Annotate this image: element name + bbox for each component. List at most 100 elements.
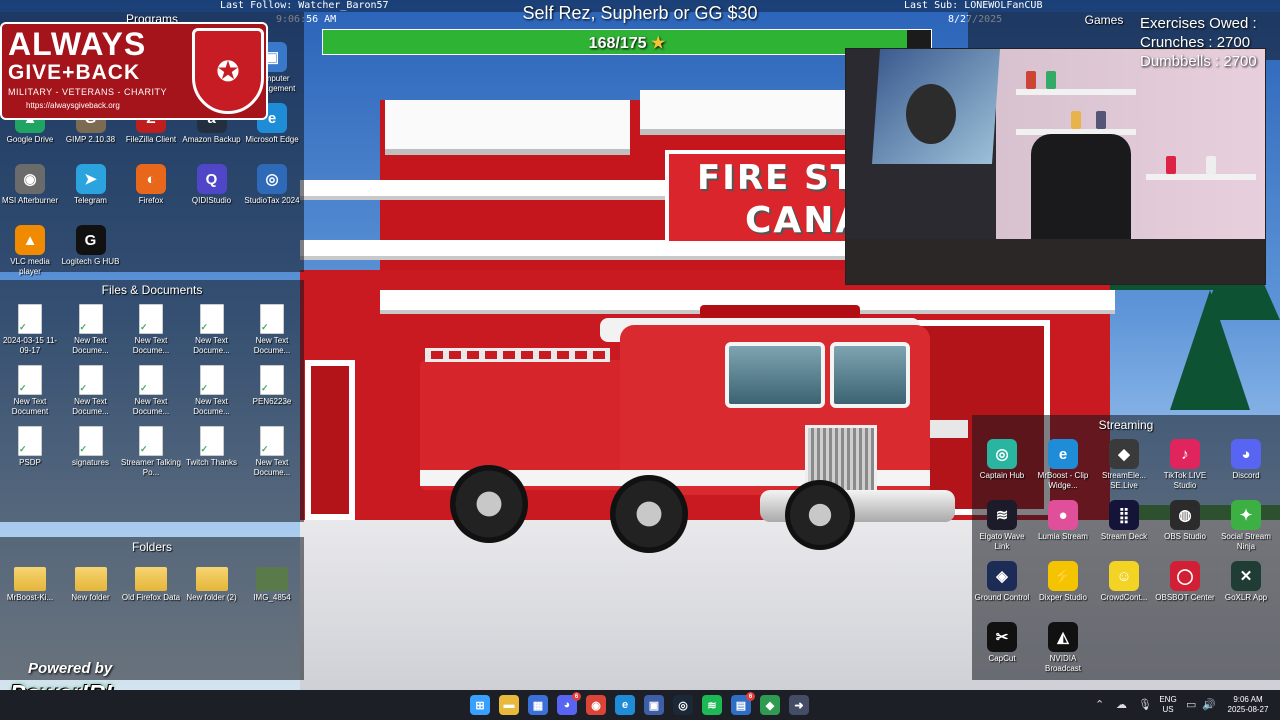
desktop-shortcut[interactable]: ✓ New Text Docume... (61, 365, 121, 417)
shelf-item (1071, 111, 1081, 129)
volume-icon[interactable]: 🔊 (1202, 698, 1216, 711)
shelf-item (1046, 71, 1056, 89)
desktop-shortcut[interactable]: ✓ New Text Docume... (182, 304, 242, 356)
spotify-icon[interactable]: ≋ (702, 695, 722, 715)
microsoft-store-icon[interactable]: ▦ (528, 695, 548, 715)
shortcut-label: 2024-03-15 11-09-17 (2, 336, 58, 355)
desktop-shortcut[interactable]: ✓ New Text Docume... (121, 365, 181, 417)
crunches-count: Crunches : 2700 (1140, 34, 1251, 51)
desktop-shortcut[interactable]: ➤ Telegram (61, 164, 121, 206)
microphone-icon[interactable]: 🎙 (1138, 698, 1152, 711)
goal-progress-text: 168/175 ★ (588, 35, 666, 52)
network-icon[interactable]: ▭ (1186, 698, 1196, 711)
fire-truck-light-bar (700, 305, 860, 319)
file-explorer-icon[interactable]: ▬ (499, 695, 519, 715)
desktop-shortcut[interactable]: ✦ Social Stream Ninja (1216, 500, 1276, 552)
desktop-shortcut[interactable]: New folder (61, 563, 121, 603)
desktop-shortcut[interactable]: ✕ GoXLR App (1216, 561, 1276, 603)
desktop-shortcut[interactable]: G Logitech G HUB (61, 225, 121, 267)
desktop-shortcut[interactable]: ◐ Firefox (121, 164, 181, 206)
taskbar-clock[interactable]: 9:06 AM 2025-08-27 (1222, 695, 1274, 715)
desktop-shortcut[interactable]: ● Lumia Stream (1033, 500, 1093, 542)
social-stream-ninja-icon: ✦ (1231, 500, 1261, 530)
desktop-shortcut[interactable]: Q QIDIStudio (182, 164, 242, 206)
desktop-shortcut[interactable]: ✓ 2024-03-15 11-09-17 (0, 304, 60, 356)
edge-document-icon: ✓ (78, 426, 103, 456)
desktop-shortcut[interactable]: ♪ TikTok LIVE Studio (1155, 439, 1215, 491)
media-app-icon[interactable]: ▣ (644, 695, 664, 715)
desktop-shortcut[interactable]: ✓ New Text Docume... (61, 304, 121, 356)
shortcut-label: MrBoost-Ki... (6, 593, 54, 602)
desktop-shortcut[interactable]: ◕ Discord (1216, 439, 1276, 481)
shortcut-label: Microsoft Edge (245, 135, 299, 144)
desktop-shortcut[interactable]: ◎ Captain Hub (972, 439, 1032, 481)
shelf-item (1026, 71, 1036, 89)
desktop-shortcut[interactable]: e MrBoost - Clip Widge... (1033, 439, 1093, 491)
desktop-shortcut[interactable]: ✓ Twitch Thanks (182, 426, 242, 468)
desktop-shortcut[interactable]: ◭ NVIDIA Broadcast (1033, 622, 1093, 674)
app-icon-green[interactable]: ◆ (760, 695, 780, 715)
station-door (305, 360, 355, 520)
exercises-title: Exercises Owed : (1140, 15, 1257, 32)
steam-icon[interactable]: ◎ (673, 695, 693, 715)
shortcut-label: New Text Docume... (132, 397, 170, 416)
desktop-shortcut[interactable]: ✓ signatures (61, 426, 121, 468)
desktop-shortcut[interactable]: ⚡ Dixper Studio (1033, 561, 1093, 603)
ground-control-icon: ◈ (987, 561, 1017, 591)
desktop-shortcut[interactable]: ✂ CapCut (972, 622, 1032, 664)
desktop-shortcut[interactable]: ✓ New Text Document (0, 365, 60, 417)
fence-title: Files & Documents (101, 283, 203, 297)
shortcut-label: New Text Document (11, 397, 49, 416)
fence-files-documents[interactable]: Files & Documents ✓ 2024-03-15 11-09-17 ✓ N… (0, 280, 304, 522)
desktop-shortcut[interactable]: ◉ MSI Afterburner (0, 164, 60, 206)
desktop-shortcut[interactable]: ✓ New Text Docume... (242, 304, 302, 356)
edge-icon: e (1048, 439, 1078, 469)
shortcut-label: QIDIStudio (191, 196, 232, 205)
goal-progress-bar: 168/175 ★ (322, 29, 932, 55)
desktop-shortcut[interactable]: ◆ StreamEle... SE.Live (1094, 439, 1154, 491)
desktop-shortcut[interactable]: ◍ OBS Studio (1155, 500, 1215, 542)
edge-taskbar-icon[interactable]: e (615, 695, 635, 715)
logo-tagline: MILITARY - VETERANS - CHARITY (8, 87, 168, 97)
desktop-shortcut[interactable]: ✓ New Text Docume... (182, 365, 242, 417)
desktop-shortcut[interactable]: ✓ PEN6223e (242, 365, 302, 407)
desktop-shortcut[interactable]: ⣿ Stream Deck (1094, 500, 1154, 542)
shortcut-label: Google Drive (6, 135, 54, 144)
desktop-shortcut[interactable]: ≋ Elgato Wave Link (972, 500, 1032, 552)
shortcut-label: Logitech G HUB (61, 257, 120, 266)
desktop-shortcut[interactable]: Old Firefox Data (121, 563, 181, 603)
desktop-shortcut[interactable]: ✓ New Text Docume... (121, 304, 181, 356)
tray-overflow-chevron-icon[interactable]: ⌃ (1095, 698, 1104, 711)
shortcut-label: OBSBOT Center (1155, 593, 1215, 602)
desktop-shortcut[interactable]: ✓ Streamer Talking Po... (121, 426, 181, 478)
shelf-item (1166, 156, 1176, 174)
desktop-shortcut[interactable]: IMG_4854 (242, 563, 302, 603)
desktop-shortcut[interactable]: ◎ StudioTax 2024 (242, 164, 302, 206)
desktop-shortcut[interactable]: ✓ New Text Docume... (242, 426, 302, 478)
shortcut-label: MrBoost - Clip Widge... (1037, 471, 1089, 490)
language-indicator[interactable]: ENG US (1157, 695, 1179, 715)
fence-streaming[interactable]: Streaming ◎ Captain Hub e MrBoost - Clip Wi… (972, 415, 1280, 680)
chrome-icon[interactable]: ◉ (586, 695, 606, 715)
obs-studio-icon: ◍ (1170, 500, 1200, 530)
shortcut-label: New Text Docume... (253, 458, 291, 477)
captain-hub-icon: ◎ (987, 439, 1017, 469)
desktop-shortcut[interactable]: MrBoost-Ki... (0, 563, 60, 603)
desktop-shortcut[interactable]: ◈ Ground Control (972, 561, 1032, 603)
exercises-owed: Exercises Owed : Crunches : 2700 Dumbbel… (1140, 14, 1280, 71)
desktop-shortcut[interactable]: New folder (2) (182, 563, 242, 603)
app-icon-blue[interactable]: ▤ 6 (731, 692, 755, 715)
desktop-shortcut[interactable]: ◯ OBSBOT Center (1155, 561, 1215, 603)
desktop-shortcut[interactable]: ☺ CrowdCont... (1094, 561, 1154, 603)
firefox-icon: ◐ (136, 164, 166, 194)
start-icon[interactable]: ⊞ (470, 695, 490, 715)
discord-taskbar-icon[interactable]: ◕ 6 (557, 692, 581, 715)
app-icon-arrow[interactable]: ➜ (789, 695, 809, 715)
desktop-shortcut[interactable]: ✓ PSDP (0, 426, 60, 468)
onedrive-cloud-icon[interactable]: ☁ (1116, 698, 1127, 711)
lumia-stream-icon: ● (1048, 500, 1078, 530)
text-document-icon: ✓ (78, 365, 103, 395)
shortcut-label: TikTok LIVE Studio (1163, 471, 1207, 490)
fence-title: Streaming (1098, 418, 1154, 432)
desktop-shortcut[interactable]: ▲ VLC media player (0, 225, 60, 277)
